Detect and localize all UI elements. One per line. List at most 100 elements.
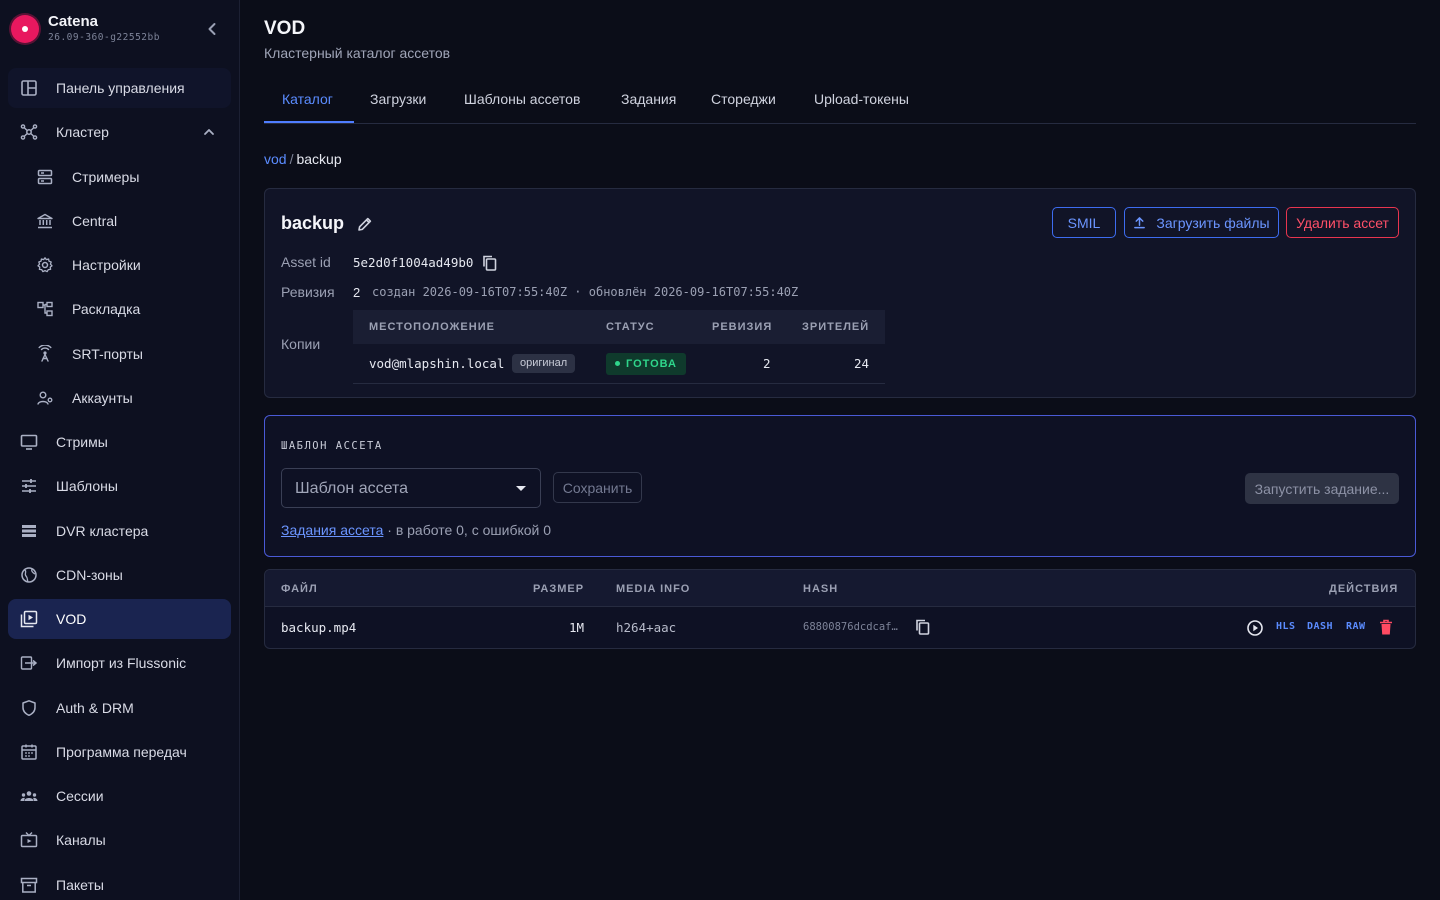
import-icon — [20, 656, 38, 670]
copy-revision: 2 — [763, 356, 771, 371]
upload-files-label: Загрузить файлы — [1156, 214, 1270, 231]
sidebar-item-packages[interactable]: Пакеты — [8, 865, 231, 900]
pencil-icon[interactable] — [356, 215, 374, 233]
hls-link[interactable]: HLS — [1276, 621, 1296, 632]
sidebar-item-cdn-zones[interactable]: CDN-зоны — [8, 555, 231, 595]
tab-asset-templates[interactable]: Шаблоны ассетов — [464, 91, 580, 107]
save-template-button[interactable]: Сохранить — [553, 472, 642, 503]
sidebar-item-auth-drm[interactable]: Auth & DRM — [8, 688, 231, 728]
dashboard-icon — [21, 80, 37, 96]
antenna-icon — [38, 345, 52, 362]
cluster-icon — [20, 124, 38, 140]
sidebar-item-label: SRT-порты — [72, 346, 143, 362]
server-icon — [37, 169, 53, 185]
copy-icon[interactable] — [914, 618, 932, 636]
breadcrumb-root-link[interactable]: vod — [264, 151, 287, 167]
revision-value: 2 — [353, 285, 361, 300]
run-job-button[interactable]: Запустить задание... — [1245, 473, 1399, 504]
tab-upload-tokens[interactable]: Upload-токены — [814, 91, 909, 107]
file-size: 1M — [569, 620, 585, 635]
vod-icon — [20, 610, 38, 628]
column-header: ЗРИТЕЛЕЙ — [802, 321, 870, 333]
copies-label: Копии — [281, 336, 321, 352]
asset-id-label: Asset id — [281, 254, 331, 270]
app-version: 26.09-360-g22552bb — [48, 32, 160, 43]
tab-uploads[interactable]: Загрузки — [370, 91, 426, 107]
sidebar-item-streams[interactable]: Стримы — [8, 422, 231, 462]
asset-jobs-status: · в работе 0, с ошибкой 0 — [387, 522, 552, 538]
layout-icon — [37, 301, 53, 317]
sidebar-item-settings[interactable]: Настройки — [8, 245, 231, 285]
upload-files-button[interactable]: Загрузить файлы — [1124, 207, 1279, 238]
breadcrumb: vod / backup — [264, 151, 342, 167]
sidebar-item-label: Кластер — [56, 124, 109, 140]
brand[interactable]: Catena 26.09-360-g22552bb — [10, 13, 230, 45]
asset-jobs-link[interactable]: Задания ассета — [281, 522, 383, 538]
sidebar-item-label: Каналы — [56, 832, 106, 848]
trash-icon[interactable] — [1379, 619, 1393, 636]
tab-catalog[interactable]: Каталог — [282, 91, 333, 107]
sidebar-item-label: DVR кластера — [56, 523, 149, 539]
column-header: HASH — [803, 583, 839, 595]
tab-jobs[interactable]: Задания — [621, 91, 676, 107]
sidebar-item-cluster[interactable]: Кластер — [8, 112, 231, 152]
tabs: Каталог Загрузки Шаблоны ассетов Задания… — [264, 80, 1416, 124]
active-tab-indicator — [264, 121, 354, 123]
smil-button[interactable]: SMIL — [1052, 207, 1116, 238]
original-badge: оригинал — [512, 354, 576, 373]
tv-icon — [20, 832, 38, 848]
chevron-left-icon[interactable] — [202, 19, 222, 39]
sidebar-item-label: Программа передач — [56, 744, 187, 760]
revision-label: Ревизия — [281, 284, 335, 300]
chevron-up-icon[interactable] — [201, 124, 217, 140]
column-header: РАЗМЕР — [533, 583, 585, 595]
sidebar-item-channels[interactable]: Каналы — [8, 820, 231, 860]
asset-jobs-summary: Задания ассета · в работе 0, с ошибкой 0 — [281, 522, 551, 538]
delete-asset-button[interactable]: Удалить ассет — [1286, 207, 1399, 238]
caret-down-icon — [516, 486, 526, 491]
sidebar-item-templates[interactable]: Шаблоны — [8, 466, 231, 506]
accounts-icon — [37, 391, 53, 405]
files-table: ФАЙЛ РАЗМЕР MEDIA INFO HASH ДЕЙСТВИЯ bac… — [264, 569, 1416, 649]
sidebar-item-sessions[interactable]: Сессии — [8, 776, 231, 816]
copy-icon[interactable] — [481, 254, 499, 272]
play-circle-icon[interactable] — [1246, 619, 1264, 637]
raw-link[interactable]: RAW — [1346, 621, 1366, 632]
status-dot-icon — [615, 360, 620, 366]
copies-table-header: МЕСТОПОЛОЖЕНИЕ СТАТУС РЕВИЗИЯ ЗРИТЕЛЕЙ — [353, 310, 885, 344]
sidebar-item-layout[interactable]: Раскладка — [8, 289, 231, 329]
tab-storages[interactable]: Стореджи — [711, 91, 776, 107]
revision-timestamps: создан 2026-09-16T07:55:40Z · обновлён 2… — [372, 285, 799, 299]
page-title: VOD — [264, 18, 306, 39]
sidebar-item-label: Стримеры — [72, 169, 140, 185]
sidebar-item-central[interactable]: Central — [8, 201, 231, 241]
sidebar-item-tv-guide[interactable]: Программа передач — [8, 732, 231, 772]
app-name: Catena — [48, 13, 99, 30]
column-header: ДЕЙСТВИЯ — [1329, 583, 1399, 595]
sidebar-item-cluster-dvr[interactable]: DVR кластера — [8, 511, 231, 551]
sidebar-item-label: Панель управления — [56, 80, 185, 96]
asset-template-select[interactable]: Шаблон ассета — [281, 468, 541, 508]
sidebar-item-srt-ports[interactable]: SRT-порты — [8, 334, 231, 374]
sidebar-item-label: Сессии — [56, 788, 104, 804]
sidebar-item-vod[interactable]: VOD — [8, 599, 231, 639]
sidebar-item-label: CDN-зоны — [56, 567, 123, 583]
sidebar-item-flussonic-import[interactable]: Импорт из Flussonic — [8, 643, 231, 683]
file-hash: 68800876dcdcaf… — [803, 621, 898, 633]
sidebar-item-accounts[interactable]: Аккаунты — [8, 378, 231, 418]
breadcrumb-separator: / — [289, 151, 294, 167]
asset-template-caption: ШАБЛОН АССЕТА — [281, 440, 383, 452]
sidebar-item-label: Настройки — [72, 257, 141, 273]
asset-id-value: 5e2d0f1004ad49b0 — [353, 255, 474, 270]
file-name: backup.mp4 — [281, 620, 357, 635]
dash-link[interactable]: DASH — [1307, 621, 1333, 632]
sidebar-item-streamers[interactable]: Стримеры — [8, 157, 231, 197]
column-header: СТАТУС — [606, 321, 655, 333]
sidebar-item-label: VOD — [56, 611, 87, 627]
table-row: vod@mlapshin.local оригинал ГОТОВА 2 24 — [353, 344, 885, 384]
upload-icon — [1134, 217, 1146, 229]
sidebar-item-dashboard[interactable]: Панель управления — [8, 68, 231, 108]
asset-card: backup SMIL Загрузить файлы Удалить ассе… — [264, 188, 1416, 398]
column-header: ФАЙЛ — [281, 583, 318, 595]
sidebar-item-label: Аккаунты — [72, 390, 133, 406]
